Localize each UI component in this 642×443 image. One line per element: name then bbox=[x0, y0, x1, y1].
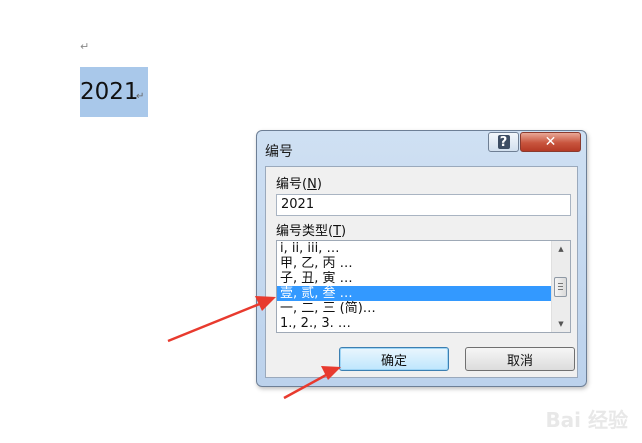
arrow-to-list-item-icon bbox=[167, 296, 276, 343]
arrow-to-ok-button-icon bbox=[283, 366, 341, 400]
annotation-arrows bbox=[167, 296, 341, 400]
watermark: Bai 经验 bbox=[545, 408, 628, 432]
